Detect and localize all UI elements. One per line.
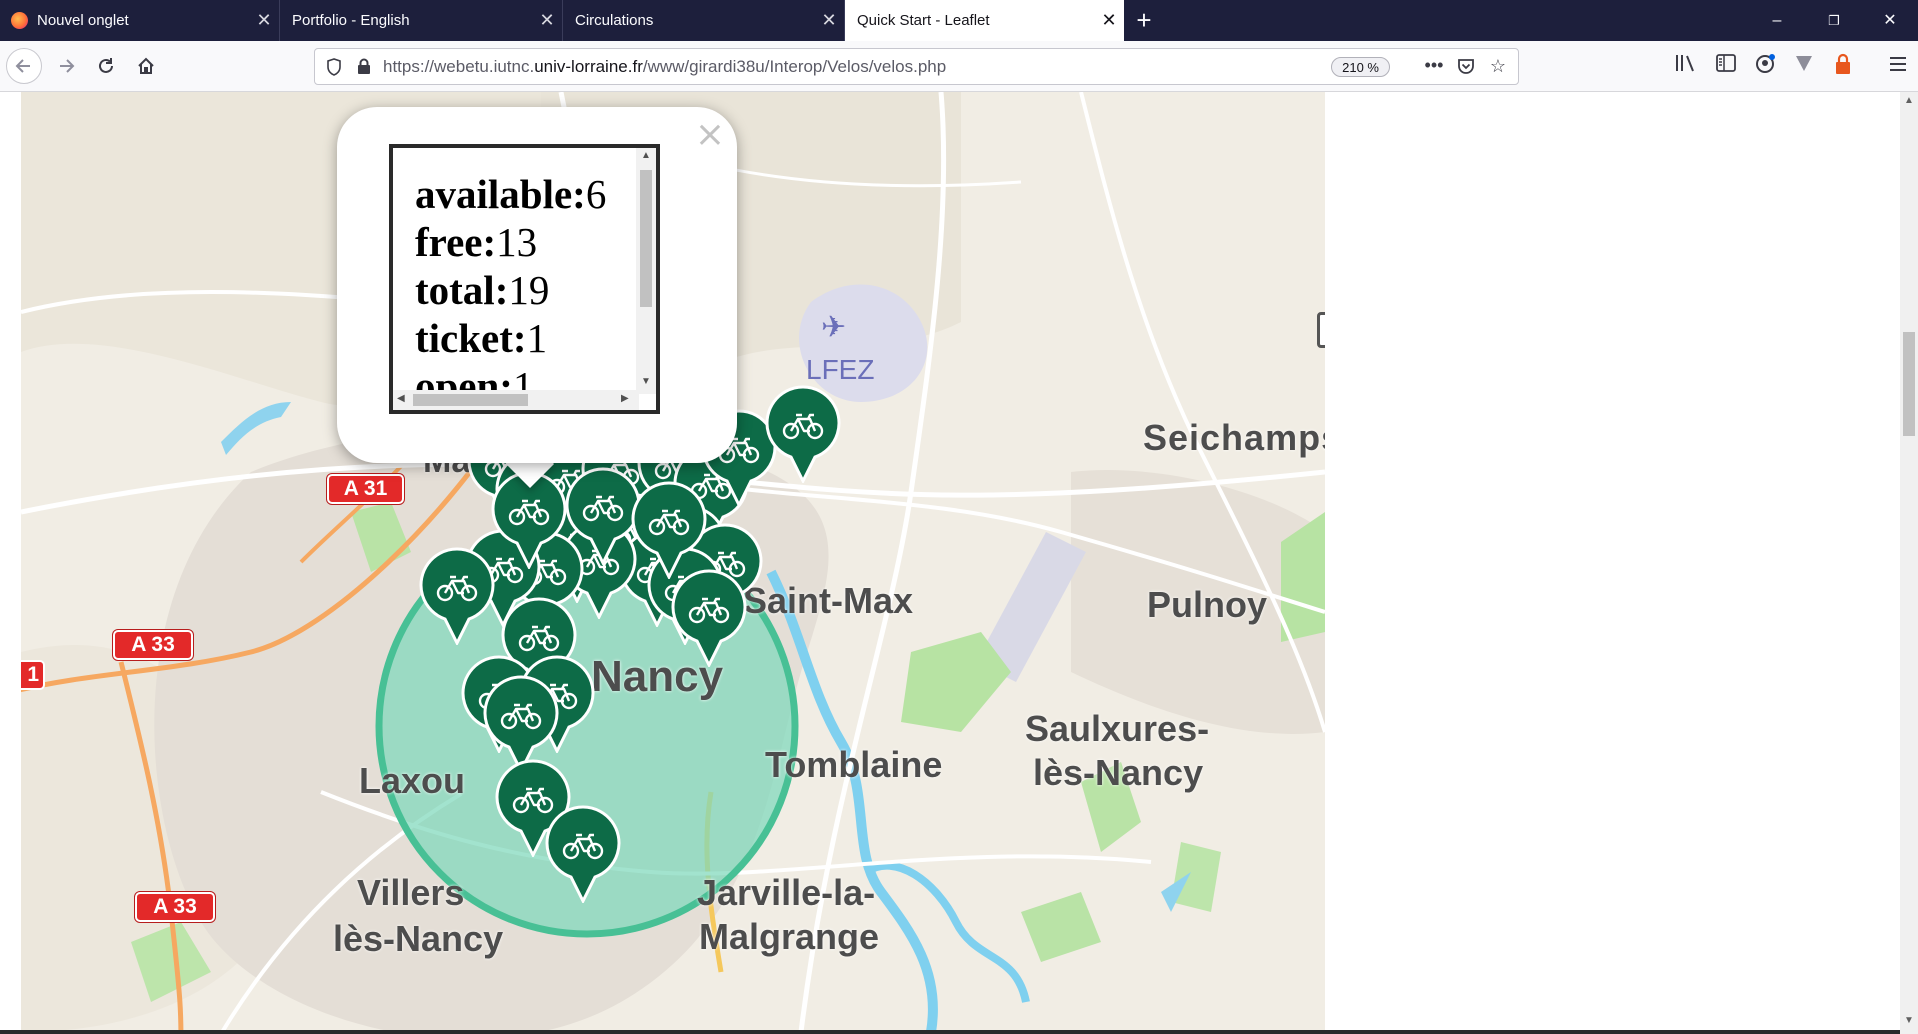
- menu-icon[interactable]: [1884, 53, 1912, 81]
- place-label-laxou: Laxou: [359, 760, 466, 801]
- scroll-down-icon[interactable]: ▼: [1900, 1012, 1918, 1030]
- place-label-saulxures: Saulxures-: [1025, 708, 1210, 749]
- extension-lock-icon[interactable]: [1829, 53, 1857, 81]
- popup-vertical-scrollbar[interactable]: ▲ ▼: [636, 148, 656, 394]
- info-key: free:: [415, 219, 497, 265]
- home-icon: [138, 57, 154, 74]
- horizontal-scrollbar[interactable]: [0, 1030, 1900, 1034]
- bike-station-marker[interactable]: [418, 547, 496, 645]
- address-bar[interactable]: https://webetu.iutnc.univ-lorraine.fr/ww…: [314, 48, 1519, 85]
- tab-circulations[interactable]: Circulations ✕: [563, 0, 845, 41]
- tab-strip: Nouvel onglet ✕ Portfolio - English ✕ Ci…: [0, 0, 1918, 41]
- info-value: 6: [585, 171, 607, 217]
- reload-icon: [99, 58, 113, 73]
- more-actions-icon[interactable]: •••: [1422, 55, 1446, 77]
- close-icon[interactable]: ✕: [249, 10, 279, 31]
- account-icon[interactable]: [1751, 53, 1779, 81]
- station-info-free: free:13: [415, 218, 606, 266]
- tab-label: Quick Start - Leaflet: [857, 12, 990, 29]
- lock-icon[interactable]: [355, 58, 373, 76]
- page-content: A 31 A 33 A 33 1 Seichamps Max Saint-Max…: [0, 92, 1918, 1034]
- place-label-tomblaine: Tomblaine: [765, 744, 943, 785]
- tab-portfolio[interactable]: Portfolio - English ✕: [280, 0, 563, 41]
- library-icon[interactable]: [1671, 53, 1699, 81]
- tab-new-tab[interactable]: Nouvel onglet ✕: [0, 0, 280, 41]
- popup-horizontal-scrollbar[interactable]: ◀ ▶: [393, 390, 639, 410]
- info-value: 19: [508, 267, 550, 313]
- place-label-pulnoy: Pulnoy: [1147, 584, 1268, 625]
- road-shield-a33: A 33: [113, 630, 193, 660]
- bike-station-marker[interactable]: [670, 569, 748, 667]
- page-scrollbar[interactable]: ▲ ▼: [1900, 92, 1918, 1034]
- home-button[interactable]: [128, 48, 164, 84]
- bookmark-star-icon[interactable]: ☆: [1486, 56, 1510, 78]
- minimize-button[interactable]: –: [1749, 0, 1805, 41]
- shield-icon[interactable]: [325, 57, 343, 76]
- leaflet-map[interactable]: A 31 A 33 A 33 1 Seichamps Max Saint-Max…: [21, 92, 1325, 1034]
- airport-icon: ✈: [821, 311, 847, 344]
- zoom-indicator[interactable]: 210 %: [1331, 57, 1390, 77]
- close-icon[interactable]: ✕: [532, 10, 562, 31]
- tab-label: Nouvel onglet: [37, 12, 129, 29]
- arrow-right-icon: [60, 59, 75, 73]
- info-key: available:: [415, 171, 586, 217]
- pocket-icon[interactable]: [1454, 56, 1478, 78]
- place-label-saint-max: Saint-Max: [743, 580, 914, 621]
- map-control-edge[interactable]: [1317, 312, 1325, 348]
- place-label-villers-les-nancy: lès-Nancy: [333, 918, 504, 959]
- road-shield: 1: [21, 660, 45, 690]
- bike-station-marker[interactable]: [544, 805, 622, 903]
- scroll-left-icon[interactable]: ◀: [397, 393, 405, 404]
- new-tab-button[interactable]: +: [1128, 4, 1160, 36]
- close-icon[interactable]: ✕: [1094, 10, 1124, 31]
- forward-button[interactable]: [48, 48, 84, 84]
- extension-v-icon[interactable]: [1790, 53, 1818, 81]
- station-info-available: available:6: [415, 170, 606, 218]
- info-value: 1: [526, 315, 548, 361]
- navigation-toolbar: https://webetu.iutnc.univ-lorraine.fr/ww…: [0, 41, 1918, 92]
- popup-content-box[interactable]: available:6 free:13 total:19 ticket:1 op…: [389, 144, 660, 414]
- arrow-left-icon: [15, 59, 30, 73]
- station-info-ticket: ticket:1: [415, 314, 606, 362]
- tab-quick-start-leaflet[interactable]: Quick Start - Leaflet ✕: [845, 0, 1124, 41]
- back-button[interactable]: [6, 48, 42, 84]
- place-label-seichamps: Seichamps: [1143, 417, 1325, 458]
- window-close-button[interactable]: ✕: [1862, 0, 1918, 41]
- reload-button[interactable]: [88, 48, 124, 84]
- popup-close-button[interactable]: ×: [695, 115, 725, 155]
- restore-button[interactable]: ❐: [1806, 0, 1862, 41]
- station-info-list: available:6 free:13 total:19 ticket:1 op…: [415, 170, 606, 410]
- scroll-up-icon[interactable]: ▲: [1900, 92, 1918, 110]
- place-label-jarville: Jarville-la-: [697, 872, 876, 913]
- airport-code-label: LFEZ: [806, 354, 875, 385]
- scroll-right-icon[interactable]: ▶: [621, 393, 629, 404]
- station-popup[interactable]: × available:6 free:13 total:19 ticket:1 …: [337, 107, 737, 489]
- road-shield-a33: A 33: [135, 892, 215, 922]
- tab-label: Circulations: [575, 12, 654, 29]
- scroll-down-icon[interactable]: ▼: [641, 376, 651, 387]
- place-label-villers: Villers: [357, 872, 465, 913]
- info-key: total:: [415, 267, 509, 313]
- url-path: /www/girardi38u/Interop/Velos/velos.php: [642, 56, 947, 76]
- scroll-up-icon[interactable]: ▲: [641, 150, 651, 161]
- station-info-total: total:19: [415, 266, 606, 314]
- scroll-thumb[interactable]: [640, 170, 652, 307]
- tab-label: Portfolio - English: [292, 12, 410, 29]
- sidebar-icon[interactable]: [1712, 53, 1740, 81]
- url-host: univ-lorraine.fr: [534, 56, 643, 76]
- firefox-icon: [11, 12, 28, 29]
- place-label-malgrange: Malgrange: [699, 916, 880, 957]
- close-icon[interactable]: ✕: [814, 10, 844, 31]
- info-value: 13: [496, 219, 538, 265]
- bike-station-marker[interactable]: [764, 385, 842, 483]
- scroll-thumb[interactable]: [413, 394, 528, 406]
- scroll-thumb[interactable]: [1903, 332, 1915, 436]
- url-prefix: https://webetu.iutnc.: [383, 56, 535, 76]
- place-label-les-nancy: lès-Nancy: [1033, 752, 1204, 793]
- info-key: ticket:: [415, 315, 527, 361]
- bike-station-marker[interactable]: [630, 481, 708, 579]
